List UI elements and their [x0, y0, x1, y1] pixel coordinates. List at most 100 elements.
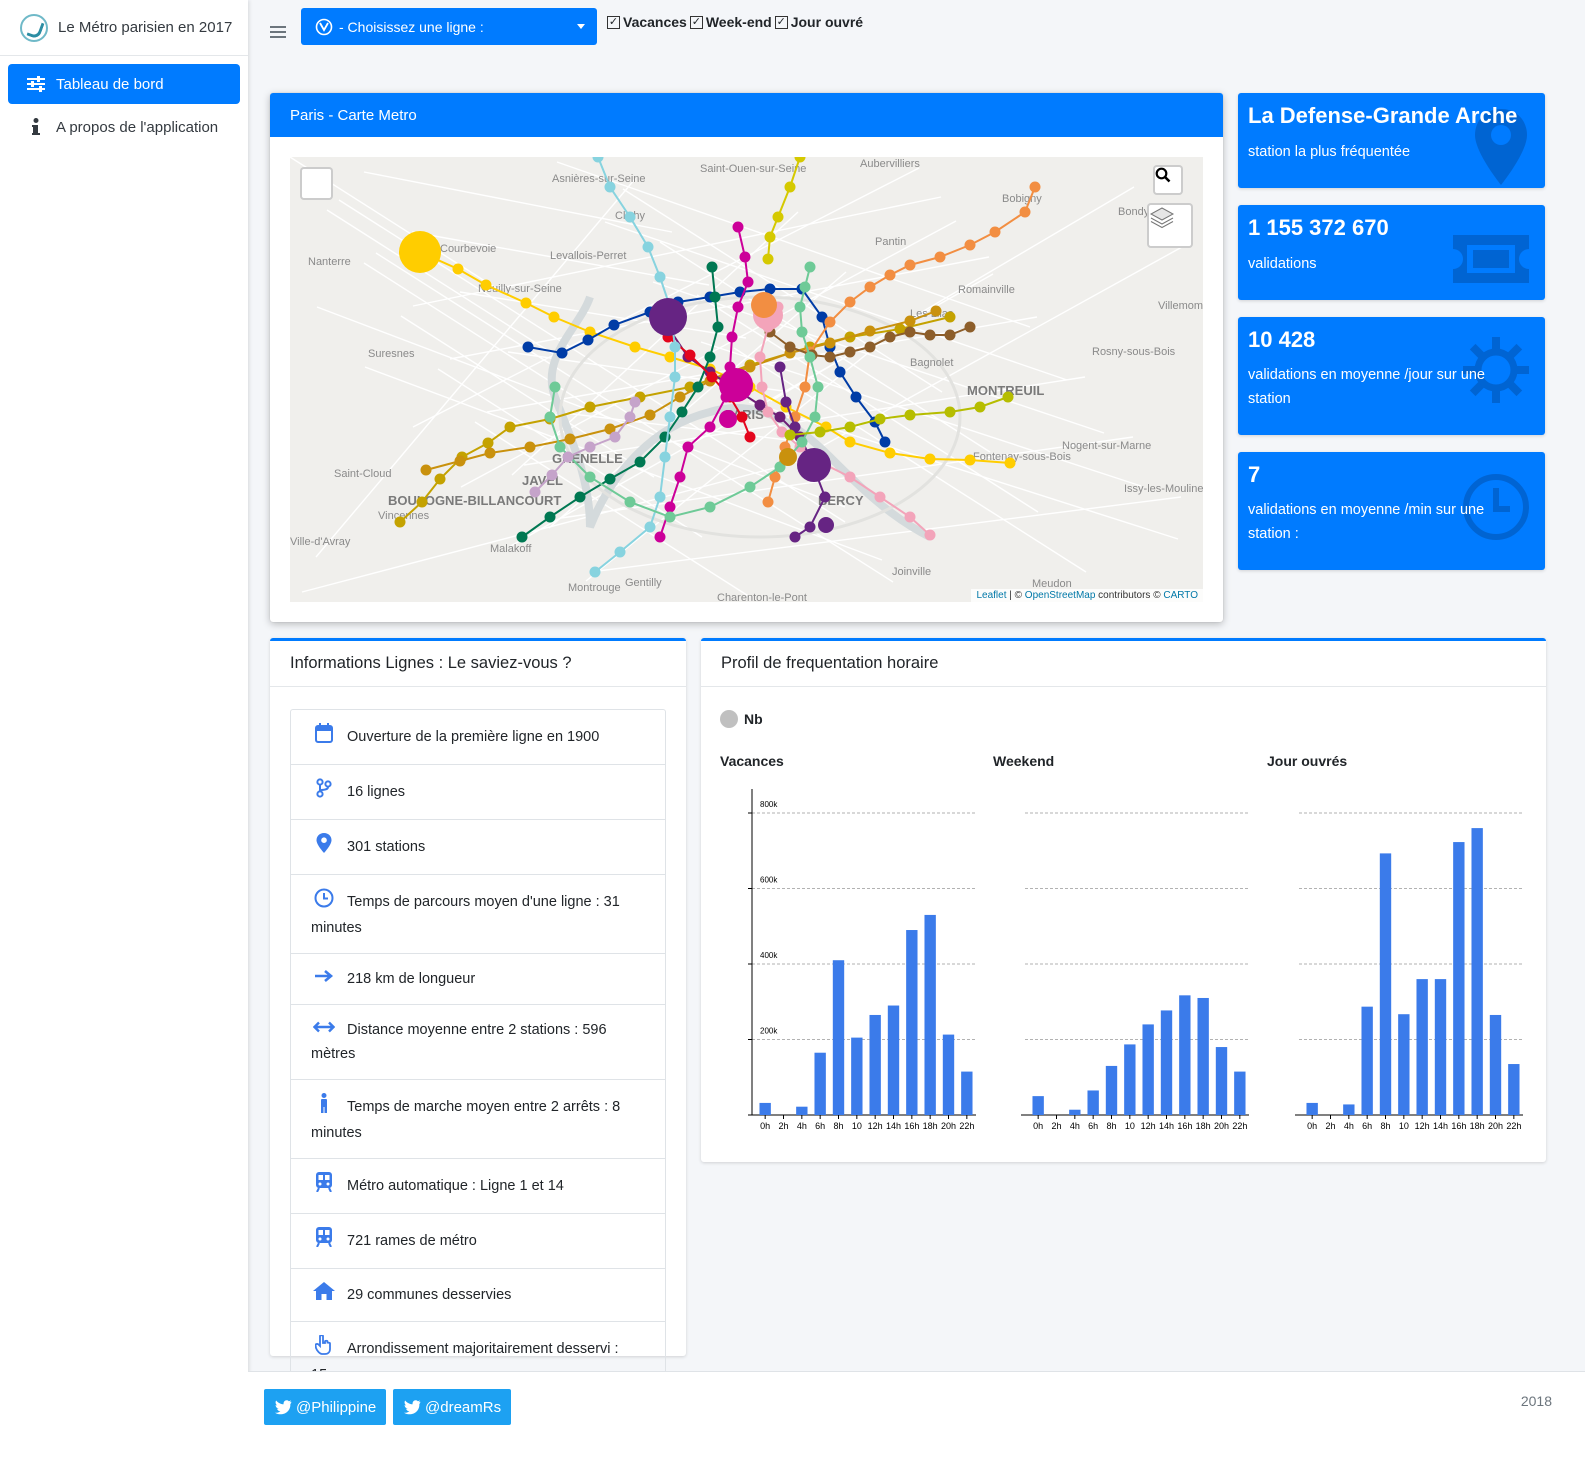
metro-station[interactable]	[624, 411, 636, 423]
metro-map[interactable]: Asnières-sur-Seine Saint-Ouen-sur-Seine Au…	[290, 157, 1203, 602]
metro-station[interactable]	[482, 437, 494, 449]
metro-station[interactable]	[669, 341, 681, 353]
menu-toggle-icon[interactable]	[270, 26, 286, 40]
metro-station[interactable]	[642, 241, 654, 253]
checkbox-jour-ouvre[interactable]: ✓ Jour ouvré	[774, 14, 863, 30]
metro-station[interactable]	[420, 464, 432, 476]
metro-station[interactable]	[556, 347, 568, 359]
metro-station[interactable]	[904, 409, 916, 421]
metro-station[interactable]	[434, 473, 446, 485]
metro-station[interactable]	[504, 421, 516, 433]
bar[interactable]	[961, 1071, 973, 1115]
metro-station[interactable]	[654, 491, 666, 503]
metro-station[interactable]	[904, 511, 916, 523]
bar[interactable]	[1179, 995, 1191, 1115]
metro-station[interactable]	[1002, 391, 1014, 403]
metro-station[interactable]	[732, 301, 744, 313]
metro-station[interactable]	[736, 411, 748, 423]
bar[interactable]	[814, 1052, 826, 1115]
metro-station[interactable]	[924, 453, 936, 465]
metro-station[interactable]	[704, 351, 716, 363]
bar[interactable]	[906, 930, 918, 1115]
metro-station[interactable]	[582, 334, 594, 346]
metro-station[interactable]	[709, 291, 721, 303]
metro-station[interactable]	[549, 381, 561, 393]
metro-station[interactable]	[742, 276, 754, 288]
bar[interactable]	[924, 914, 936, 1115]
metro-station[interactable]	[794, 157, 806, 163]
bar[interactable]	[1124, 1044, 1136, 1115]
bar[interactable]	[1508, 1064, 1520, 1115]
bar[interactable]	[759, 1102, 771, 1115]
checkbox-icon[interactable]: ✓	[774, 15, 788, 29]
metro-station[interactable]	[704, 421, 716, 433]
metro-map-canvas[interactable]: Asnières-sur-Seine Saint-Ouen-sur-Seine Au…	[290, 157, 1203, 602]
metro-station[interactable]	[664, 411, 676, 423]
metro-station[interactable]	[930, 305, 942, 317]
metro-station[interactable]	[784, 429, 796, 441]
metro-station[interactable]	[529, 486, 541, 498]
metro-station[interactable]	[739, 251, 751, 263]
metro-station[interactable]	[804, 351, 816, 363]
metro-station[interactable]	[574, 491, 586, 503]
bar[interactable]	[1215, 1047, 1228, 1115]
metro-station[interactable]	[674, 391, 686, 403]
metro-station[interactable]	[454, 455, 466, 467]
metro-station[interactable]	[706, 371, 718, 383]
metro-station[interactable]	[732, 221, 744, 233]
metro-station[interactable]	[844, 296, 856, 308]
checkbox-vacances[interactable]: ✓ Vacances	[607, 14, 687, 30]
metro-station[interactable]	[784, 341, 796, 353]
metro-station[interactable]	[924, 329, 936, 341]
metro-station[interactable]	[796, 326, 808, 338]
metro-station[interactable]	[904, 259, 916, 271]
bar[interactable]	[1453, 842, 1465, 1115]
metro-station[interactable]	[754, 351, 766, 363]
map-layers-button[interactable]	[1147, 203, 1193, 248]
metro-station[interactable]	[844, 436, 856, 448]
metro-station-major[interactable]	[649, 298, 687, 336]
metro-station[interactable]	[864, 281, 876, 293]
metro-station[interactable]	[814, 426, 826, 438]
metro-station[interactable]	[692, 381, 704, 393]
metro-station[interactable]	[744, 431, 756, 443]
metro-station[interactable]	[772, 211, 784, 223]
bar[interactable]	[1379, 853, 1392, 1115]
metro-station[interactable]	[674, 471, 686, 483]
metro-station[interactable]	[664, 351, 676, 363]
metro-station[interactable]	[608, 319, 620, 331]
bar[interactable]	[1434, 979, 1447, 1115]
metro-station[interactable]	[592, 157, 604, 163]
metro-station[interactable]	[964, 239, 976, 251]
metro-station[interactable]	[654, 271, 666, 283]
metro-station[interactable]	[522, 341, 534, 353]
metro-station[interactable]	[1029, 181, 1041, 193]
sidebar-item-tableau-de-bord[interactable]: Tableau de bord	[8, 64, 240, 104]
metro-station[interactable]	[794, 301, 806, 313]
metro-station-major[interactable]	[779, 448, 797, 466]
metro-station[interactable]	[774, 411, 786, 423]
metro-station[interactable]	[804, 261, 816, 273]
twitter-philippine-button[interactable]: @Philippine	[264, 1389, 387, 1425]
metro-station[interactable]	[669, 371, 681, 383]
metro-station[interactable]	[554, 441, 566, 453]
metro-station[interactable]	[654, 531, 666, 543]
bar[interactable]	[1234, 1071, 1246, 1115]
metro-station[interactable]	[884, 447, 896, 459]
metro-station[interactable]	[682, 441, 694, 453]
metro-station[interactable]	[684, 349, 696, 361]
metro-station[interactable]	[704, 501, 716, 513]
bar[interactable]	[1398, 1014, 1410, 1115]
bar[interactable]	[1489, 1014, 1502, 1115]
metro-station[interactable]	[629, 396, 641, 408]
bar[interactable]	[851, 1037, 863, 1115]
bar[interactable]	[1416, 979, 1428, 1115]
metro-line[interactable]	[425, 310, 937, 471]
metro-station[interactable]	[634, 456, 646, 468]
metro-station[interactable]	[762, 406, 774, 418]
metro-station[interactable]	[604, 473, 616, 485]
bar[interactable]	[1142, 1024, 1154, 1115]
metro-station[interactable]	[799, 281, 811, 293]
leaflet-link[interactable]: Leaflet	[976, 590, 1006, 601]
metro-station[interactable]	[879, 436, 891, 448]
